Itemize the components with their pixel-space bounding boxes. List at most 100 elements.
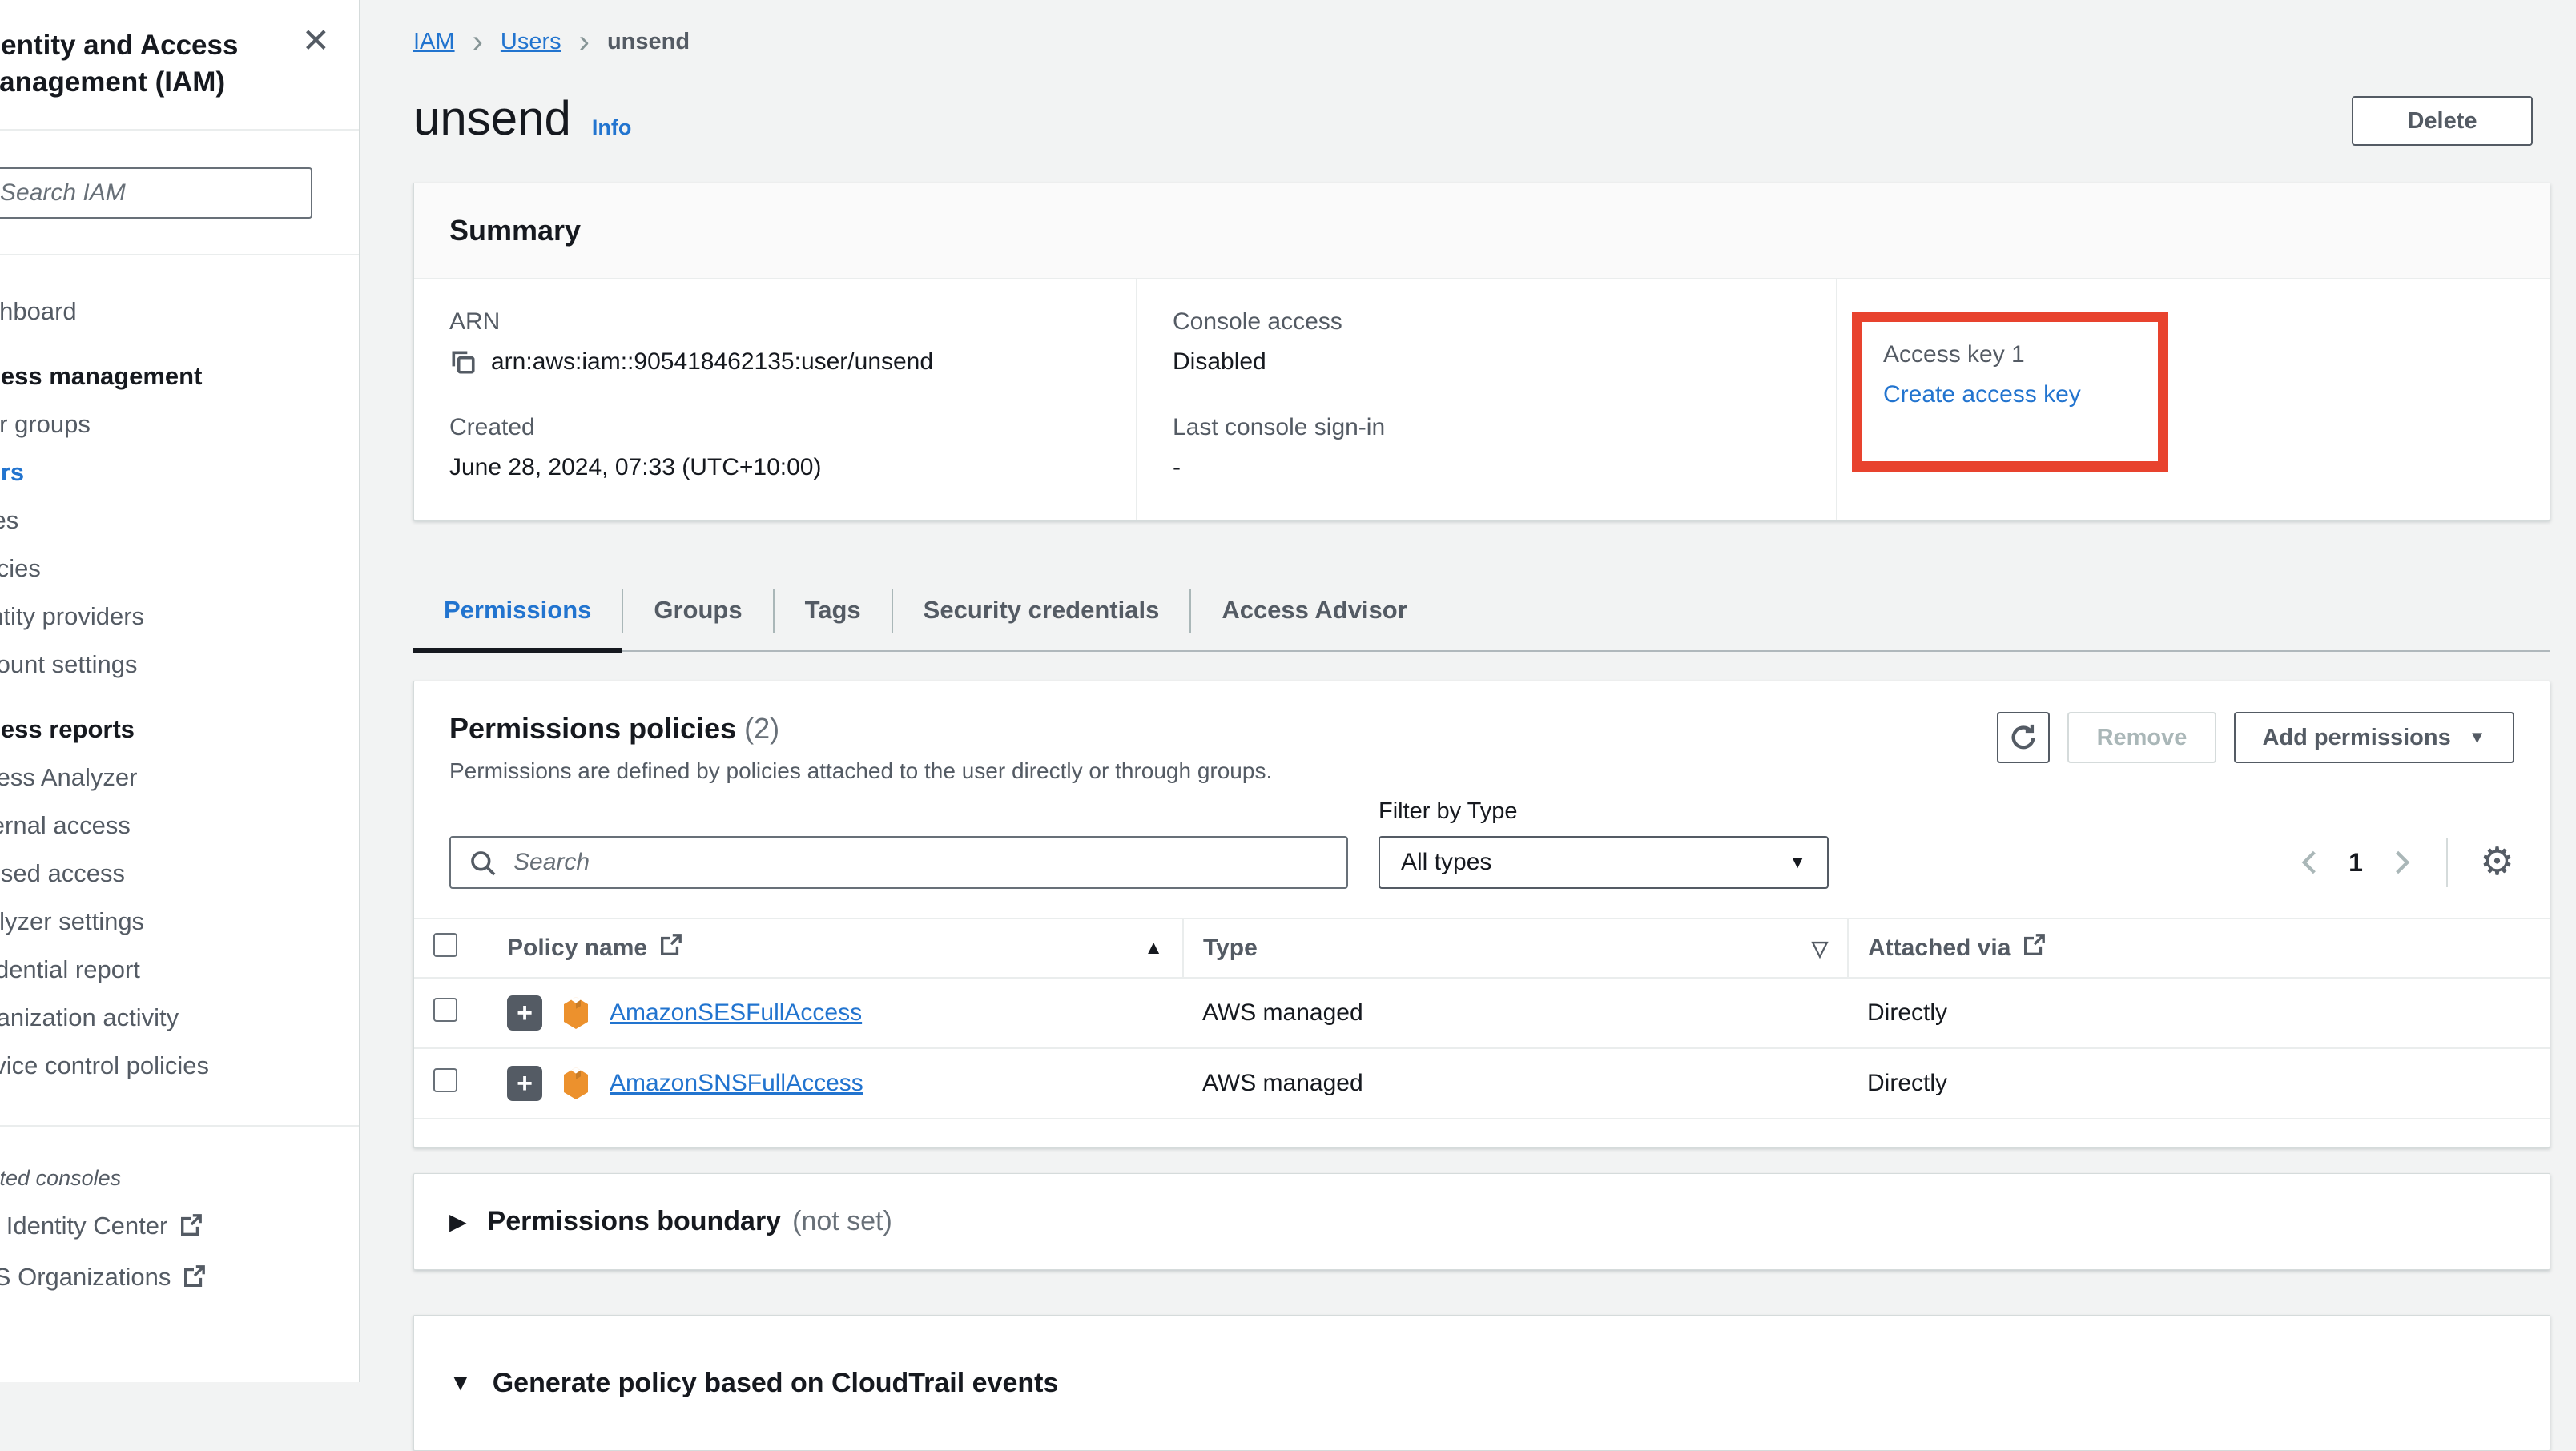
sidebar-item-policies[interactable]: Policies: [0, 545, 360, 593]
tab-tags[interactable]: Tags: [775, 583, 892, 650]
pagination-divider: [2446, 838, 2448, 887]
sort-ascending-icon[interactable]: ▲: [1144, 937, 1163, 959]
main-content: IAM › Users › unsend unsend Info Delete …: [362, 0, 2576, 1382]
created-label: Created: [449, 414, 1101, 441]
created-value: June 28, 2024, 07:33 (UTC+10:00): [449, 454, 1101, 481]
policies-table: Policy name ▲ Type ▽: [414, 918, 2550, 1119]
caret-down-icon: ▼: [2469, 727, 2486, 748]
sidebar-related-consoles: Related consoles IAM Identity Center AWS…: [0, 1154, 360, 1304]
access-key-label: Access key 1: [1883, 341, 2081, 368]
console-access-label: Console access: [1173, 308, 1801, 336]
policies-count: (2): [744, 712, 779, 745]
tab-security-credentials[interactable]: Security credentials: [893, 583, 1190, 650]
settings-gear-icon[interactable]: ⚙: [2480, 843, 2514, 882]
breadcrumb-current: unsend: [607, 29, 690, 55]
detail-tabs: Permissions Groups Tags Security credent…: [413, 583, 2550, 652]
page-title: unsend: [413, 90, 571, 146]
tab-groups[interactable]: Groups: [623, 583, 772, 650]
sidebar-divider: [0, 254, 360, 255]
policy-type: AWS managed: [1183, 978, 1848, 1048]
create-access-key-link[interactable]: Create access key: [1883, 381, 2081, 408]
previous-page-icon[interactable]: [2297, 849, 2321, 876]
refresh-button[interactable]: [1997, 712, 2050, 763]
copy-icon[interactable]: [449, 348, 477, 376]
sidebar-item-organization-activity[interactable]: Organization activity: [0, 994, 360, 1042]
generate-policy-title: Generate policy based on CloudTrail even…: [493, 1368, 1059, 1399]
red-highlight-annotation: Access key 1 Create access key: [1852, 312, 2168, 472]
column-type: Type: [1203, 935, 1258, 962]
remove-button[interactable]: Remove: [2067, 712, 2216, 763]
last-signin-value: -: [1173, 454, 1801, 481]
sidebar-item-user-groups[interactable]: User groups: [0, 400, 360, 448]
breadcrumb-separator: ›: [473, 30, 483, 54]
delete-button[interactable]: Delete: [2352, 96, 2533, 146]
type-filter-select[interactable]: All types ▼: [1379, 836, 1829, 889]
sidebar-item-unused-access[interactable]: Unused access: [0, 850, 360, 898]
expand-triangle-icon[interactable]: ▶: [449, 1208, 467, 1235]
row-checkbox[interactable]: [433, 998, 457, 1022]
sidebar-item-roles[interactable]: Roles: [0, 496, 360, 545]
external-link-icon: [2022, 933, 2046, 963]
policy-link[interactable]: AmazonSESFullAccess: [610, 999, 862, 1027]
permissions-boundary-panel[interactable]: ▶ Permissions boundary (not set): [413, 1173, 2550, 1270]
select-all-checkbox[interactable]: [433, 933, 457, 957]
sidebar-item-users[interactable]: Users: [0, 448, 360, 496]
summary-panel: Summary ARN arn:aws:iam::905418462135:us…: [413, 183, 2550, 521]
external-link-icon: [182, 1256, 206, 1304]
permissions-boundary-title: Permissions boundary: [488, 1206, 782, 1237]
sidebar-item-identity-providers[interactable]: Identity providers: [0, 593, 360, 641]
page-header: unsend Info: [413, 90, 2550, 146]
sidebar-item-access-analyzer[interactable]: Access Analyzer: [0, 754, 360, 802]
tab-permissions[interactable]: Permissions: [413, 583, 622, 650]
page-number[interactable]: 1: [2349, 848, 2363, 878]
external-link-icon: [179, 1205, 203, 1253]
breadcrumb-users[interactable]: Users: [501, 29, 561, 55]
table-row: + AmazonSNSFullAccess AWS managed Direct…: [414, 1048, 2550, 1119]
tab-access-advisor[interactable]: Access Advisor: [1191, 583, 1437, 650]
next-page-icon[interactable]: [2390, 849, 2414, 876]
policy-attached-via: Directly: [1848, 1048, 2550, 1119]
breadcrumb-iam[interactable]: IAM: [413, 29, 455, 55]
expand-policy-icon[interactable]: +: [507, 995, 542, 1031]
policies-description: Permissions are defined by policies atta…: [449, 758, 1272, 784]
sidebar-divider: [0, 129, 360, 131]
sidebar-section-access-management: Access management: [0, 352, 360, 400]
generate-policy-panel[interactable]: ▼ Generate policy based on CloudTrail ev…: [413, 1315, 2550, 1451]
column-policy-name: Policy name: [507, 935, 647, 962]
permissions-boundary-status: (not set): [792, 1206, 892, 1237]
search-icon: [469, 849, 497, 882]
policy-link[interactable]: AmazonSNSFullAccess: [610, 1070, 863, 1097]
column-filter-icon[interactable]: ▽: [1812, 936, 1828, 961]
sidebar-nav: Dashboard Access management User groups …: [0, 287, 360, 1090]
sidebar-title: Identity and Access Management (IAM): [0, 0, 335, 129]
last-signin-field: Last console sign-in -: [1173, 414, 1801, 481]
collapse-triangle-icon[interactable]: ▼: [449, 1370, 472, 1396]
row-checkbox[interactable]: [433, 1068, 457, 1092]
sidebar-item-service-control-policies[interactable]: Service control policies: [0, 1042, 360, 1090]
policy-search-input[interactable]: [449, 836, 1348, 889]
arn-label: ARN: [449, 308, 1101, 336]
permissions-policies-panel: Permissions policies (2) Permissions are…: [413, 681, 2550, 1148]
sidebar-item-aws-organizations[interactable]: AWS Organizations: [0, 1253, 360, 1304]
sidebar-item-account-settings[interactable]: Account settings: [0, 641, 360, 689]
table-row: + AmazonSESFullAccess AWS managed Direct…: [414, 978, 2550, 1048]
expand-policy-icon[interactable]: +: [507, 1066, 542, 1101]
pagination: 1 ⚙: [2297, 836, 2514, 889]
sidebar-item-iam-identity-center[interactable]: IAM Identity Center: [0, 1202, 360, 1253]
last-signin-label: Last console sign-in: [1173, 414, 1801, 441]
search-iam-input[interactable]: [0, 167, 312, 219]
sidebar-item-credential-report[interactable]: Credential report: [0, 946, 360, 994]
sidebar-section-access-reports: Access reports: [0, 705, 360, 754]
sidebar-item-analyzer-settings[interactable]: Analyzer settings: [0, 898, 360, 946]
aws-managed-policy-icon: [560, 1066, 592, 1101]
sidebar-item-dashboard[interactable]: Dashboard: [0, 287, 360, 336]
created-field: Created June 28, 2024, 07:33 (UTC+10:00): [449, 414, 1101, 481]
arn-field: ARN arn:aws:iam::905418462135:user/unsen…: [449, 308, 1101, 376]
summary-title: Summary: [414, 183, 2550, 279]
iam-sidebar: ✕ Identity and Access Management (IAM) D…: [0, 0, 360, 1382]
info-link[interactable]: Info: [592, 115, 631, 140]
close-icon[interactable]: ✕: [302, 24, 330, 58]
related-consoles-heading: Related consoles: [0, 1154, 360, 1202]
add-permissions-button[interactable]: Add permissions ▼: [2234, 712, 2514, 763]
sidebar-item-external-access[interactable]: External access: [0, 802, 360, 850]
